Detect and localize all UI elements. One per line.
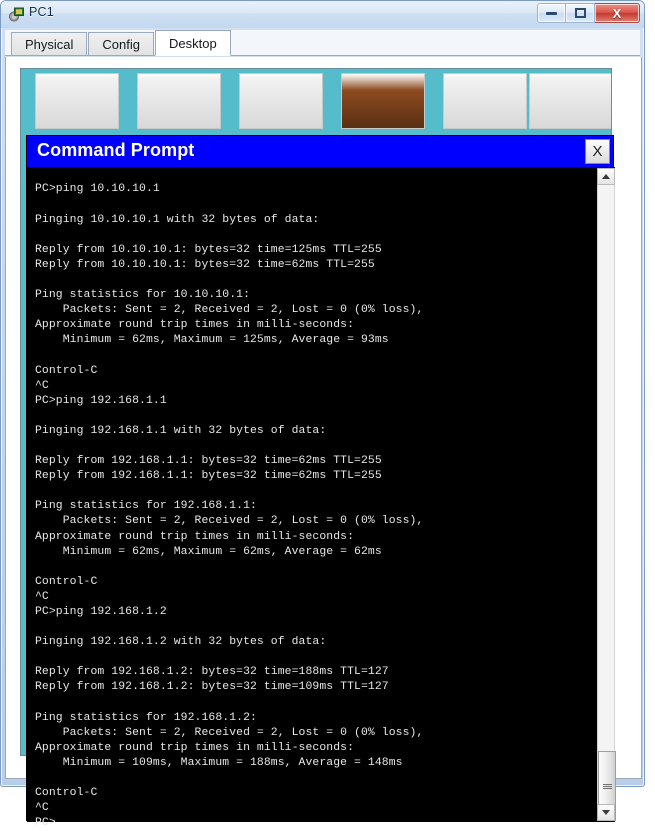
close-button[interactable]: X: [595, 3, 640, 23]
pc1-window: PC1 X Physical Config Desktop Command Pr…: [0, 0, 645, 829]
command-prompt-close-button[interactable]: X: [585, 139, 610, 164]
minimize-icon: [546, 11, 557, 15]
window-controls: X: [537, 3, 640, 23]
caret-up-icon: [602, 174, 610, 179]
tab-physical[interactable]: Physical: [11, 32, 88, 55]
close-icon: X: [612, 5, 622, 21]
desktop-panel: Command Prompt X PC>ping 10.10.10.1 Ping…: [5, 57, 642, 829]
minimize-button[interactable]: [537, 3, 566, 23]
tabstrip: Physical Config Desktop: [5, 30, 640, 56]
desktop-app-icon[interactable]: [35, 73, 119, 129]
desktop-app-icon[interactable]: [137, 73, 221, 129]
tab-label: Config: [102, 36, 140, 52]
scrollbar-down-button[interactable]: [597, 804, 615, 821]
desktop-app-icon[interactable]: [443, 73, 527, 129]
maximize-icon: [574, 8, 586, 18]
window-titlebar[interactable]: PC1 X: [1, 1, 644, 28]
command-prompt-titlebar[interactable]: Command Prompt X: [27, 136, 613, 167]
tab-label: Desktop: [169, 35, 217, 51]
scrollbar-track[interactable]: [597, 185, 616, 821]
caret-down-icon: [602, 810, 610, 815]
console-output: PC>ping 10.10.10.1 Pinging 10.10.10.1 wi…: [35, 183, 424, 830]
grip-icon: [602, 783, 612, 790]
command-prompt-title: Command Prompt: [37, 140, 195, 160]
desktop-app-icon[interactable]: [341, 73, 425, 129]
window-title: PC1: [29, 5, 54, 19]
desktop-app-icon[interactable]: [529, 73, 611, 129]
tab-config[interactable]: Config: [88, 32, 154, 55]
tab-label: Physical: [25, 36, 74, 52]
packet-tracer-device-icon: [8, 6, 25, 23]
command-prompt-body[interactable]: PC>ping 10.10.10.1 Pinging 10.10.10.1 wi…: [27, 167, 616, 829]
maximize-button[interactable]: [566, 3, 595, 23]
tab-desktop[interactable]: Desktop: [155, 30, 231, 56]
desktop-app-icon[interactable]: [239, 73, 323, 129]
close-icon: X: [592, 143, 603, 160]
scrollbar-up-button[interactable]: [597, 168, 615, 185]
console-scrollbar[interactable]: [596, 168, 616, 821]
command-prompt-window: Command Prompt X PC>ping 10.10.10.1 Ping…: [26, 135, 616, 829]
